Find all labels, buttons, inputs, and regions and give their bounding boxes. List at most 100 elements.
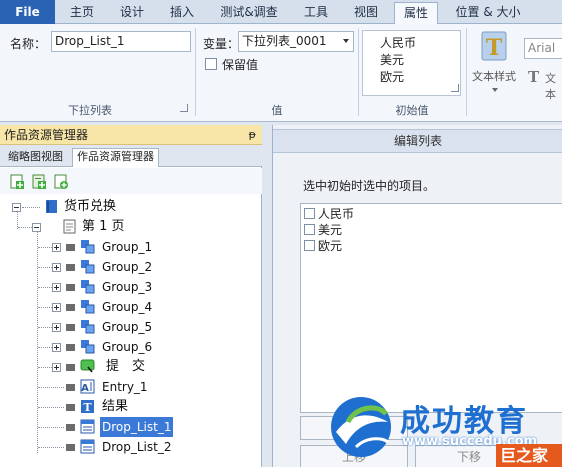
expand-icon[interactable] bbox=[52, 243, 61, 252]
watermark-corner: 巨之家 bbox=[496, 444, 562, 467]
visibility-icon[interactable] bbox=[66, 384, 75, 391]
tree-node-group[interactable]: Group_6 bbox=[0, 337, 262, 357]
tree-node-group[interactable]: Group_2 bbox=[0, 257, 262, 277]
tree-label: 提 交 bbox=[106, 359, 146, 374]
visibility-icon[interactable] bbox=[66, 324, 75, 331]
tab-view[interactable]: 视图 bbox=[344, 2, 388, 24]
font-select[interactable]: Arial bbox=[524, 38, 562, 59]
add-question-icon[interactable] bbox=[54, 174, 68, 190]
name-field[interactable]: Drop_List_1 bbox=[51, 31, 191, 52]
expand-icon[interactable] bbox=[52, 283, 61, 292]
expand-icon[interactable] bbox=[52, 343, 61, 352]
group-launcher-droplist[interactable] bbox=[180, 104, 188, 112]
tab-project-explorer[interactable]: 作品资源管理器 bbox=[72, 148, 159, 167]
book-icon bbox=[46, 200, 57, 213]
tab-tools[interactable]: 工具 bbox=[294, 2, 338, 24]
item-checkbox[interactable] bbox=[304, 240, 315, 251]
tree-guide bbox=[18, 227, 32, 228]
tab-home[interactable]: 主页 bbox=[60, 2, 104, 24]
visibility-icon[interactable] bbox=[66, 344, 75, 351]
tab-properties[interactable]: 属性 bbox=[394, 2, 438, 25]
tab-design[interactable]: 设计 bbox=[110, 2, 154, 24]
explorer-tree: 货币兑换 第 1 页 Group_1 Group_2 Group_3 Group… bbox=[0, 195, 262, 467]
tree-node-entry[interactable]: A Entry_1 bbox=[0, 377, 262, 397]
explorer-toolbar bbox=[0, 168, 262, 194]
visibility-icon[interactable] bbox=[66, 444, 75, 451]
ribbon-tab-bar: File 主页 设计 插入 测试&调查 工具 视图 属性 位置 & 大小 bbox=[0, 0, 562, 25]
tree-label: Group_5 bbox=[102, 320, 153, 334]
visibility-icon[interactable] bbox=[66, 404, 75, 411]
expand-icon[interactable] bbox=[52, 303, 61, 312]
initial-value-item[interactable]: 欧元 bbox=[380, 69, 460, 86]
tree-guide bbox=[38, 267, 52, 268]
dropdown-list-icon bbox=[80, 419, 95, 434]
visibility-icon[interactable] bbox=[66, 244, 75, 251]
collapse-icon[interactable] bbox=[12, 203, 21, 212]
keep-value-checkbox[interactable] bbox=[205, 58, 217, 70]
add-chapter-icon[interactable] bbox=[32, 174, 46, 190]
variable-select[interactable]: 下拉列表_0001 bbox=[238, 31, 354, 52]
tree-label: Group_4 bbox=[102, 300, 153, 314]
text-block-icon: T bbox=[81, 400, 94, 414]
visibility-icon[interactable] bbox=[66, 424, 75, 431]
pin-icon[interactable]: ᵽ bbox=[249, 125, 256, 145]
visibility-icon[interactable] bbox=[66, 364, 75, 371]
group-separator bbox=[466, 28, 467, 116]
tab-insert[interactable]: 插入 bbox=[160, 2, 204, 24]
tree-node-group[interactable]: Group_4 bbox=[0, 297, 262, 317]
tree-node-group[interactable]: Group_1 bbox=[0, 237, 262, 257]
tree-guide bbox=[38, 287, 52, 288]
item-label: 人民币 bbox=[318, 207, 355, 221]
tree-node-submit[interactable]: 提 交 bbox=[0, 357, 262, 377]
tree-node-result[interactable]: T 结果 bbox=[0, 397, 262, 417]
tree-guide bbox=[38, 327, 52, 328]
tree-guide bbox=[38, 347, 52, 348]
expand-icon[interactable] bbox=[52, 323, 61, 332]
tree-guide bbox=[38, 367, 52, 368]
item-checkbox[interactable] bbox=[304, 208, 315, 219]
initial-values-list[interactable]: 人民币 美元 欧元 bbox=[362, 30, 461, 96]
expand-icon[interactable] bbox=[52, 263, 61, 272]
text-format-icon[interactable]: T bbox=[528, 68, 539, 86]
text-style-icon[interactable]: T bbox=[478, 30, 510, 64]
group-label-droplist: 下拉列表 bbox=[68, 104, 112, 117]
panel-title: 作品资源管理器 ᵽ bbox=[0, 125, 262, 145]
visibility-icon[interactable] bbox=[66, 264, 75, 271]
tree-node-droplist-2[interactable]: Drop_List_2 bbox=[0, 437, 262, 457]
group-icon bbox=[81, 300, 95, 314]
text-style-label: 文本样式 bbox=[472, 70, 516, 83]
svg-text:A: A bbox=[81, 383, 89, 394]
tree-node-root[interactable]: 货币兑换 bbox=[0, 197, 262, 217]
chevron-down-icon[interactable] bbox=[492, 88, 498, 92]
group-icon bbox=[81, 240, 95, 254]
tab-thumbnail-view[interactable]: 缩略图视图 bbox=[4, 149, 67, 167]
tree-label: 第 1 页 bbox=[82, 219, 125, 234]
tree-label: 结果 bbox=[102, 399, 129, 414]
tree-guide bbox=[38, 307, 52, 308]
dropdown-list-icon bbox=[80, 439, 95, 454]
edit-list-box[interactable]: 人民币 美元 欧元 bbox=[300, 203, 562, 413]
tree-node-group[interactable]: Group_3 bbox=[0, 277, 262, 297]
tree-node-droplist-1[interactable]: Drop_List_1 bbox=[0, 417, 262, 437]
item-label: 欧元 bbox=[318, 239, 343, 253]
item-checkbox[interactable] bbox=[304, 224, 315, 235]
group-launcher-initial[interactable] bbox=[451, 84, 459, 92]
visibility-icon[interactable] bbox=[66, 304, 75, 311]
tree-node-group[interactable]: Group_5 bbox=[0, 317, 262, 337]
page-icon bbox=[63, 219, 76, 234]
tab-position-size[interactable]: 位置 & 大小 bbox=[448, 2, 528, 24]
name-label: 名称： bbox=[10, 37, 47, 51]
text-partial-label: 文本 bbox=[545, 72, 556, 101]
tree-node-page[interactable]: 第 1 页 bbox=[0, 217, 262, 237]
initial-value-item[interactable]: 美元 bbox=[380, 52, 460, 69]
visibility-icon[interactable] bbox=[66, 284, 75, 291]
tree-label: 货币兑换 bbox=[64, 199, 117, 214]
tree-guide bbox=[38, 387, 64, 388]
initial-value-item[interactable]: 人民币 bbox=[380, 35, 460, 52]
tab-file[interactable]: File bbox=[0, 0, 55, 24]
tree-label: Group_1 bbox=[102, 240, 153, 254]
add-page-icon[interactable] bbox=[10, 174, 24, 190]
tab-test-survey[interactable]: 测试&调查 bbox=[214, 2, 284, 24]
collapse-icon[interactable] bbox=[32, 223, 41, 232]
expand-icon[interactable] bbox=[52, 363, 61, 372]
